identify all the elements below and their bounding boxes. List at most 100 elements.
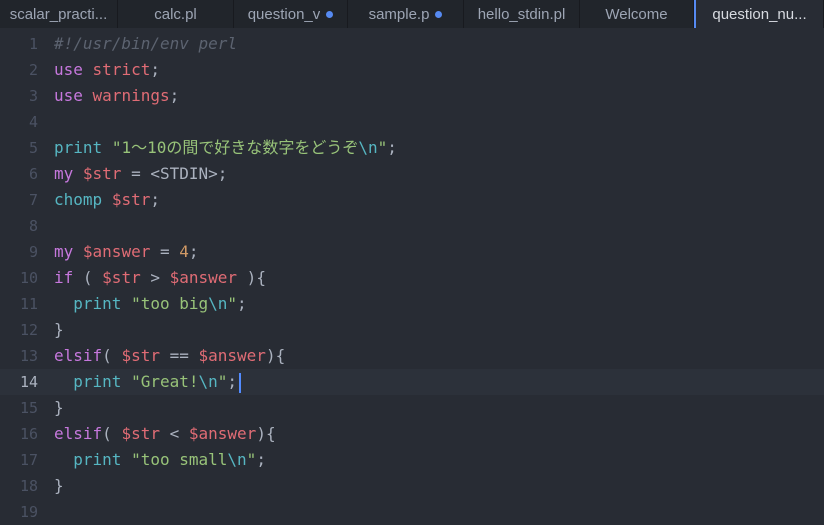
code-token: $answer xyxy=(188,424,257,443)
line-number: 11 xyxy=(19,295,38,313)
code-text: my $answer = 4; xyxy=(54,239,199,265)
code-line[interactable]: 9 my $answer = 4; xyxy=(0,239,824,265)
code-line[interactable]: 19 xyxy=(0,499,824,525)
code-token: print xyxy=(73,372,122,391)
tab-label: calc.pl xyxy=(154,5,197,23)
code-token: $answer xyxy=(82,242,151,261)
code-line[interactable]: 14 print "Great!\n"; xyxy=(0,369,824,395)
line-number: 1 xyxy=(28,35,38,53)
code-token: " xyxy=(246,450,257,469)
code-token: \n xyxy=(198,372,218,391)
code-token: ( xyxy=(102,346,122,365)
code-text: print "1〜10の間で好きな数字をどうぞ\n"; xyxy=(54,135,397,161)
code-line[interactable]: 10 if ( $str > $answer ){ xyxy=(0,265,824,291)
tab-scalar-practice[interactable]: scalar_practi... xyxy=(0,0,118,28)
code-token: $str xyxy=(121,346,160,365)
line-number: 10 xyxy=(19,269,38,287)
code-token: ; xyxy=(150,190,160,209)
code-token: 4 xyxy=(179,242,189,261)
code-line[interactable]: 8 xyxy=(0,213,824,239)
code-text: use strict; xyxy=(54,57,160,83)
code-editor[interactable]: 1 #!/usr/bin/env perl 2 use strict; 3 use war… xyxy=(0,28,824,524)
line-number: 9 xyxy=(28,243,38,261)
code-line[interactable]: 7 chomp $str; xyxy=(0,187,824,213)
code-text: print "too big\n"; xyxy=(54,291,247,317)
text-cursor xyxy=(239,372,242,393)
line-number: 3 xyxy=(28,87,38,105)
code-text: } xyxy=(54,317,64,343)
code-line[interactable]: 16 elsif( $str < $answer){ xyxy=(0,421,824,447)
code-token: = <STDIN>; xyxy=(121,164,228,183)
code-token: ; xyxy=(237,294,247,313)
code-token: " xyxy=(217,372,228,391)
code-token: chomp xyxy=(54,190,103,209)
code-token: ; xyxy=(150,60,160,79)
code-token: print xyxy=(73,294,122,313)
code-line[interactable]: 11 print "too big\n"; xyxy=(0,291,824,317)
tab-question-v[interactable]: question_v xyxy=(234,0,348,28)
tab-question-nu[interactable]: question_nu... xyxy=(694,0,824,28)
code-token: == xyxy=(159,346,199,365)
code-line[interactable]: 6 my $str = <STDIN>; xyxy=(0,161,824,187)
tab-bar: scalar_practi... calc.pl question_v samp… xyxy=(0,0,824,29)
line-number: 12 xyxy=(19,321,38,339)
code-token: elsif xyxy=(54,346,103,365)
code-token: \n xyxy=(208,294,228,313)
code-token: use xyxy=(54,60,83,79)
code-token: warnings xyxy=(92,86,170,105)
code-line[interactable]: 4 xyxy=(0,109,824,135)
line-number: 8 xyxy=(28,217,38,235)
code-token: my xyxy=(54,242,74,261)
code-text: my $str = <STDIN>; xyxy=(54,161,227,187)
code-text: } xyxy=(54,473,64,499)
code-token: $str xyxy=(102,268,141,287)
tab-label: scalar_practi... xyxy=(9,5,108,23)
code-token: elsif xyxy=(54,424,103,443)
code-token: \n xyxy=(227,450,247,469)
code-token: "1〜10の間で好きな数字をどうぞ xyxy=(111,138,359,157)
code-token: ( xyxy=(73,268,103,287)
code-token: ){ xyxy=(265,346,286,365)
code-token: < xyxy=(159,424,189,443)
code-text: chomp $str; xyxy=(54,187,160,213)
code-line[interactable]: 18} xyxy=(0,473,824,499)
code-token: #!/usr/bin/env perl xyxy=(54,34,238,53)
code-line[interactable]: 3 use warnings; xyxy=(0,83,824,109)
tab-hello-stdin[interactable]: hello_stdin.pl xyxy=(464,0,580,28)
code-token: } xyxy=(54,320,64,339)
code-token: > xyxy=(140,268,170,287)
code-token: } xyxy=(54,398,64,417)
tab-calc[interactable]: calc.pl xyxy=(118,0,234,28)
code-token: ){ xyxy=(237,268,266,287)
tab-welcome[interactable]: Welcome xyxy=(580,0,694,28)
line-number: 18 xyxy=(19,477,38,495)
code-line[interactable]: 12} xyxy=(0,317,824,343)
line-number: 15 xyxy=(19,399,38,417)
tab-sample[interactable]: sample.p xyxy=(348,0,464,28)
line-number: 4 xyxy=(28,113,38,131)
code-line[interactable]: 17 print "too small\n"; xyxy=(0,447,824,473)
code-token: my xyxy=(54,164,74,183)
code-token: ; xyxy=(227,372,238,391)
line-number: 19 xyxy=(19,503,38,521)
line-number: 16 xyxy=(19,425,38,443)
line-number: 17 xyxy=(19,451,38,469)
code-line[interactable]: 15} xyxy=(0,395,824,421)
code-line[interactable]: 2 use strict; xyxy=(0,57,824,83)
code-line[interactable]: 1 #!/usr/bin/env perl xyxy=(0,31,824,57)
code-text: if ( $str > $answer ){ xyxy=(54,265,266,291)
code-line[interactable]: 13 elsif( $str == $answer){ xyxy=(0,343,824,369)
code-token: ){ xyxy=(256,424,276,443)
code-token: = xyxy=(150,242,180,261)
code-line[interactable]: 5 print "1〜10の間で好きな数字をどうぞ\n"; xyxy=(0,135,824,161)
